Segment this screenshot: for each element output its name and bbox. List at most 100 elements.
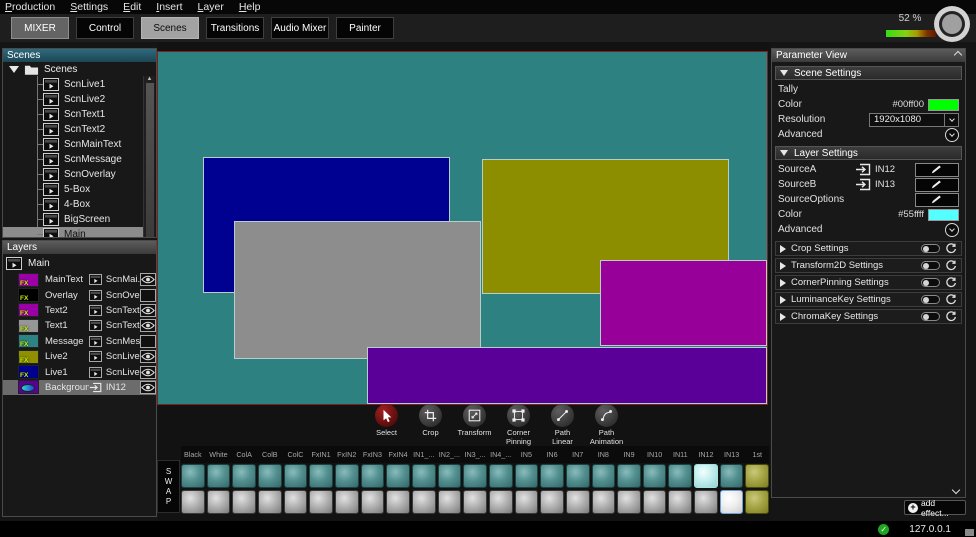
source-button-program[interactable] — [463, 464, 487, 488]
scene-tree-item[interactable]: ScnLive2 — [3, 92, 156, 107]
scroll-down-icon[interactable] — [952, 486, 960, 494]
source-button-program[interactable] — [489, 464, 513, 488]
tab[interactable]: Transitions — [206, 17, 264, 39]
layer-row[interactable]: FX Live2 ScnLive2 — [3, 349, 156, 364]
layer-visibility-checkbox[interactable] — [140, 304, 156, 317]
reset-icon[interactable] — [945, 260, 957, 272]
menu-item[interactable]: Help — [239, 1, 261, 13]
layer-row[interactable]: FX MainText ScnMai... — [3, 272, 156, 287]
scene-tree-item[interactable]: ScnOverlay — [3, 167, 156, 182]
reset-icon[interactable] — [945, 243, 957, 255]
source-button-preview[interactable] — [745, 490, 769, 514]
source-button-preview[interactable] — [335, 490, 359, 514]
tab[interactable]: Control — [76, 17, 134, 39]
source-button-program[interactable] — [668, 464, 692, 488]
source-button-preview[interactable] — [515, 490, 539, 514]
source-button-preview[interactable] — [592, 490, 616, 514]
menu-item[interactable]: Edit — [123, 1, 141, 13]
section-enable-toggle[interactable] — [921, 278, 940, 287]
reset-icon[interactable] — [945, 277, 957, 289]
source-button-preview[interactable] — [720, 490, 744, 514]
settings-section-row[interactable]: LuminanceKey Settings — [775, 292, 962, 307]
source-button-preview[interactable] — [694, 490, 718, 514]
source-button-preview[interactable] — [284, 490, 308, 514]
scene-tree-item[interactable]: ScnLive1 — [3, 77, 156, 92]
source-button-preview[interactable] — [309, 490, 333, 514]
tab[interactable]: MIXER — [11, 17, 69, 39]
source-button-preview[interactable] — [643, 490, 667, 514]
path-animation-tool-button[interactable]: Path Animation — [588, 404, 625, 446]
layer-row[interactable]: FX Message ScnMes... — [3, 334, 156, 349]
sourceoptions-edit-button[interactable] — [915, 193, 959, 207]
layer-visibility-checkbox[interactable] — [140, 366, 156, 379]
resolution-dropdown-button[interactable] — [945, 113, 959, 127]
source-button-preview[interactable] — [668, 490, 692, 514]
canvas-layer-rect[interactable] — [600, 260, 767, 346]
source-button-program[interactable] — [745, 464, 769, 488]
source-button-preview[interactable] — [207, 490, 231, 514]
source-button-program[interactable] — [515, 464, 539, 488]
source-button-preview[interactable] — [386, 490, 410, 514]
scene-advanced-expand-button[interactable] — [945, 128, 959, 142]
scenes-tree-root[interactable]: Scenes — [3, 62, 156, 77]
source-button-program[interactable] — [694, 464, 718, 488]
source-button-preview[interactable] — [181, 490, 205, 514]
scene-tree-item[interactable]: ScnText1 — [3, 107, 156, 122]
menu-item[interactable]: Settings — [70, 1, 108, 13]
source-button-program[interactable] — [643, 464, 667, 488]
transform-tool-button[interactable]: Transform — [456, 404, 493, 446]
expand-arrow-icon[interactable] — [9, 66, 19, 73]
sourceb-edit-button[interactable] — [915, 178, 959, 192]
menu-item[interactable]: Layer — [198, 1, 224, 13]
layer-advanced-expand-button[interactable] — [945, 223, 959, 237]
source-button-program[interactable] — [181, 464, 205, 488]
crop-tool-button[interactable]: Crop — [412, 404, 449, 446]
source-button-preview[interactable] — [489, 490, 513, 514]
layer-visibility-checkbox[interactable] — [140, 319, 156, 332]
source-button-program[interactable] — [617, 464, 641, 488]
path-linear-tool-button[interactable]: Path Linear — [544, 404, 581, 446]
canvas-layer-rect[interactable] — [234, 221, 481, 360]
source-button-program[interactable] — [258, 464, 282, 488]
layer-visibility-checkbox[interactable] — [140, 350, 156, 363]
source-button-program[interactable] — [284, 464, 308, 488]
select-tool-button[interactable]: Select — [368, 404, 405, 446]
layer-visibility-checkbox[interactable] — [140, 381, 156, 394]
tab[interactable]: Scenes — [141, 17, 199, 39]
layer-visibility-checkbox[interactable] — [140, 289, 156, 302]
section-enable-toggle[interactable] — [921, 295, 940, 304]
settings-section-row[interactable]: Transform2D Settings — [775, 258, 962, 273]
layers-root[interactable]: Main — [3, 254, 156, 272]
source-button-preview[interactable] — [463, 490, 487, 514]
source-button-program[interactable] — [412, 464, 436, 488]
source-button-preview[interactable] — [258, 490, 282, 514]
add-effect-button[interactable]: + add effect... — [904, 500, 966, 515]
reset-icon[interactable] — [945, 311, 957, 323]
scene-tree-item[interactable]: ScnMainText — [3, 137, 156, 152]
resize-grip[interactable] — [965, 529, 974, 536]
corner-pinning-tool-button[interactable]: Corner Pinning — [500, 404, 537, 446]
menu-item[interactable]: Insert — [156, 1, 182, 13]
source-button-program[interactable] — [335, 464, 359, 488]
scene-tree-item[interactable]: ScnMessage — [3, 152, 156, 167]
scroll-thumb[interactable] — [146, 83, 154, 237]
source-button-preview[interactable] — [540, 490, 564, 514]
source-button-program[interactable] — [361, 464, 385, 488]
source-button-program[interactable] — [566, 464, 590, 488]
source-button-program[interactable] — [386, 464, 410, 488]
layer-row[interactable]: FX Text1 ScnText1 — [3, 318, 156, 333]
scenes-scrollbar[interactable]: ▲▼ — [143, 76, 155, 237]
source-button-program[interactable] — [720, 464, 744, 488]
scroll-up-icon[interactable]: ▲ — [147, 76, 153, 82]
scene-preview-canvas[interactable] — [157, 51, 768, 405]
settings-section-row[interactable]: CornerPinning Settings — [775, 275, 962, 290]
scene-tree-item[interactable]: Main — [3, 227, 143, 237]
source-button-preview[interactable] — [438, 490, 462, 514]
menu-item[interactable]: Production — [5, 1, 55, 13]
layer-color-swatch[interactable] — [928, 209, 959, 221]
source-button-program[interactable] — [540, 464, 564, 488]
layer-row[interactable]: FX Overlay ScnOver... — [3, 287, 156, 302]
layer-row[interactable]: FX Live1 ScnLive1 — [3, 364, 156, 379]
source-button-program[interactable] — [207, 464, 231, 488]
swap-button[interactable]: SWAP — [157, 460, 180, 513]
